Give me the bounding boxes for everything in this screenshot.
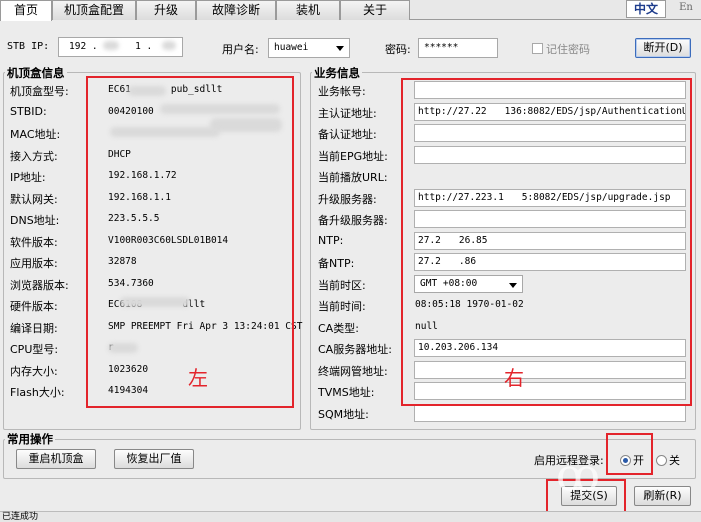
tab-label: 机顶盒配置	[63, 3, 124, 17]
stb-info-label: 内存大小:	[10, 364, 58, 378]
service-info-title: 业务信息	[312, 65, 362, 81]
service-info-label: SQM地址:	[318, 407, 369, 421]
reboot-button[interactable]: 重启机顶盒	[16, 449, 96, 469]
lang-zh-button[interactable]: 中文	[626, 0, 666, 18]
annotation-right: 右	[504, 366, 524, 390]
stb-info-title: 机顶盒信息	[5, 65, 67, 81]
annotation-frame-left	[86, 76, 294, 408]
stb-info-label: DNS地址:	[10, 214, 60, 227]
service-info-label: NTP:	[318, 233, 344, 247]
tab-diagnosis[interactable]: 故障诊断	[196, 0, 276, 20]
service-info-label: 当前时区:	[318, 278, 366, 292]
service-info-label: CA服务器地址:	[318, 343, 392, 356]
tab-label: 关于	[362, 3, 387, 17]
factory-reset-button[interactable]: 恢复出厂值	[114, 449, 194, 469]
service-info-label: 备认证地址:	[318, 128, 377, 141]
annotation-left: 左	[188, 366, 208, 390]
username-value: huawei	[274, 42, 309, 53]
disconnect-button[interactable]: 断开(D)	[635, 38, 691, 58]
stb-info-label: 机顶盒型号:	[10, 85, 69, 98]
remember-password-checkbox[interactable]	[532, 43, 543, 54]
stb-info-label: 默认网关:	[10, 192, 58, 206]
redaction-blur	[161, 41, 176, 50]
service-info-label: 当前播放URL:	[318, 171, 388, 184]
tab-label: 升级	[153, 3, 178, 17]
username-label: 用户名:	[222, 43, 259, 56]
password-label: 密码:	[385, 43, 411, 56]
tab-install[interactable]: 装机	[276, 0, 340, 20]
service-info-label: 备升级服务器:	[318, 214, 388, 227]
service-info-label: 升级服务器:	[318, 192, 377, 206]
redaction-blur	[103, 41, 120, 50]
lang-en-button[interactable]: En	[672, 0, 700, 18]
watermark-logo: ꝏ	[556, 450, 600, 501]
service-info-label: 业务帐号:	[318, 85, 366, 98]
stb-info-label: 应用版本:	[10, 257, 58, 270]
chevron-down-icon	[336, 46, 344, 51]
tab-upgrade[interactable]: 升级	[136, 0, 196, 20]
stb-info-label: 浏览器版本:	[10, 278, 69, 292]
stb-ip-label: STB IP:	[7, 41, 50, 52]
stb-info-label: 软件版本:	[10, 235, 58, 249]
service-info-label: CA类型:	[318, 321, 359, 335]
service-info-label: 备NTP:	[318, 257, 355, 270]
username-select[interactable]: huawei	[268, 38, 350, 58]
tab-label: 首页	[13, 3, 38, 17]
tab-stb-config[interactable]: 机顶盒配置	[52, 0, 136, 20]
tab-label: 故障诊断	[211, 3, 260, 17]
stb-info-label: CPU型号:	[10, 343, 59, 356]
remember-password-label: 记住密码	[546, 43, 590, 56]
service-info-label: 主认证地址:	[318, 106, 377, 120]
service-info-label: 终端网管地址:	[318, 364, 388, 378]
tab-bar: 首页 机顶盒配置 升级 故障诊断 装机 关于 中文 En	[0, 0, 701, 21]
stb-info-label: 编译日期:	[10, 321, 58, 335]
common-ops-title: 常用操作	[5, 431, 55, 447]
service-info-input[interactable]	[414, 403, 686, 422]
password-input[interactable]: ******	[418, 38, 498, 58]
tab-label: 装机	[295, 3, 320, 17]
annotation-frame-right	[401, 78, 692, 406]
stb-info-label: MAC地址:	[10, 128, 61, 141]
tab-home[interactable]: 首页	[0, 0, 52, 21]
stb-info-label: 硬件版本:	[10, 300, 58, 313]
status-bar: 已连成功	[0, 511, 701, 522]
service-info-label: 当前时间:	[318, 300, 366, 313]
service-info-label: TVMS地址:	[318, 386, 375, 399]
stb-ip-input[interactable]: 192 . 1 .	[58, 37, 183, 57]
stb-info-label: Flash大小:	[10, 386, 65, 399]
stb-ip-part2: 1 .	[135, 41, 153, 52]
tab-about[interactable]: 关于	[340, 0, 410, 20]
stb-info-label: IP地址:	[10, 171, 46, 184]
stb-info-label: STBID:	[10, 104, 47, 118]
stb-ip-part1: 192 .	[69, 41, 104, 52]
stb-info-label: 接入方式:	[10, 149, 58, 163]
service-info-label: 当前EPG地址:	[318, 149, 388, 163]
